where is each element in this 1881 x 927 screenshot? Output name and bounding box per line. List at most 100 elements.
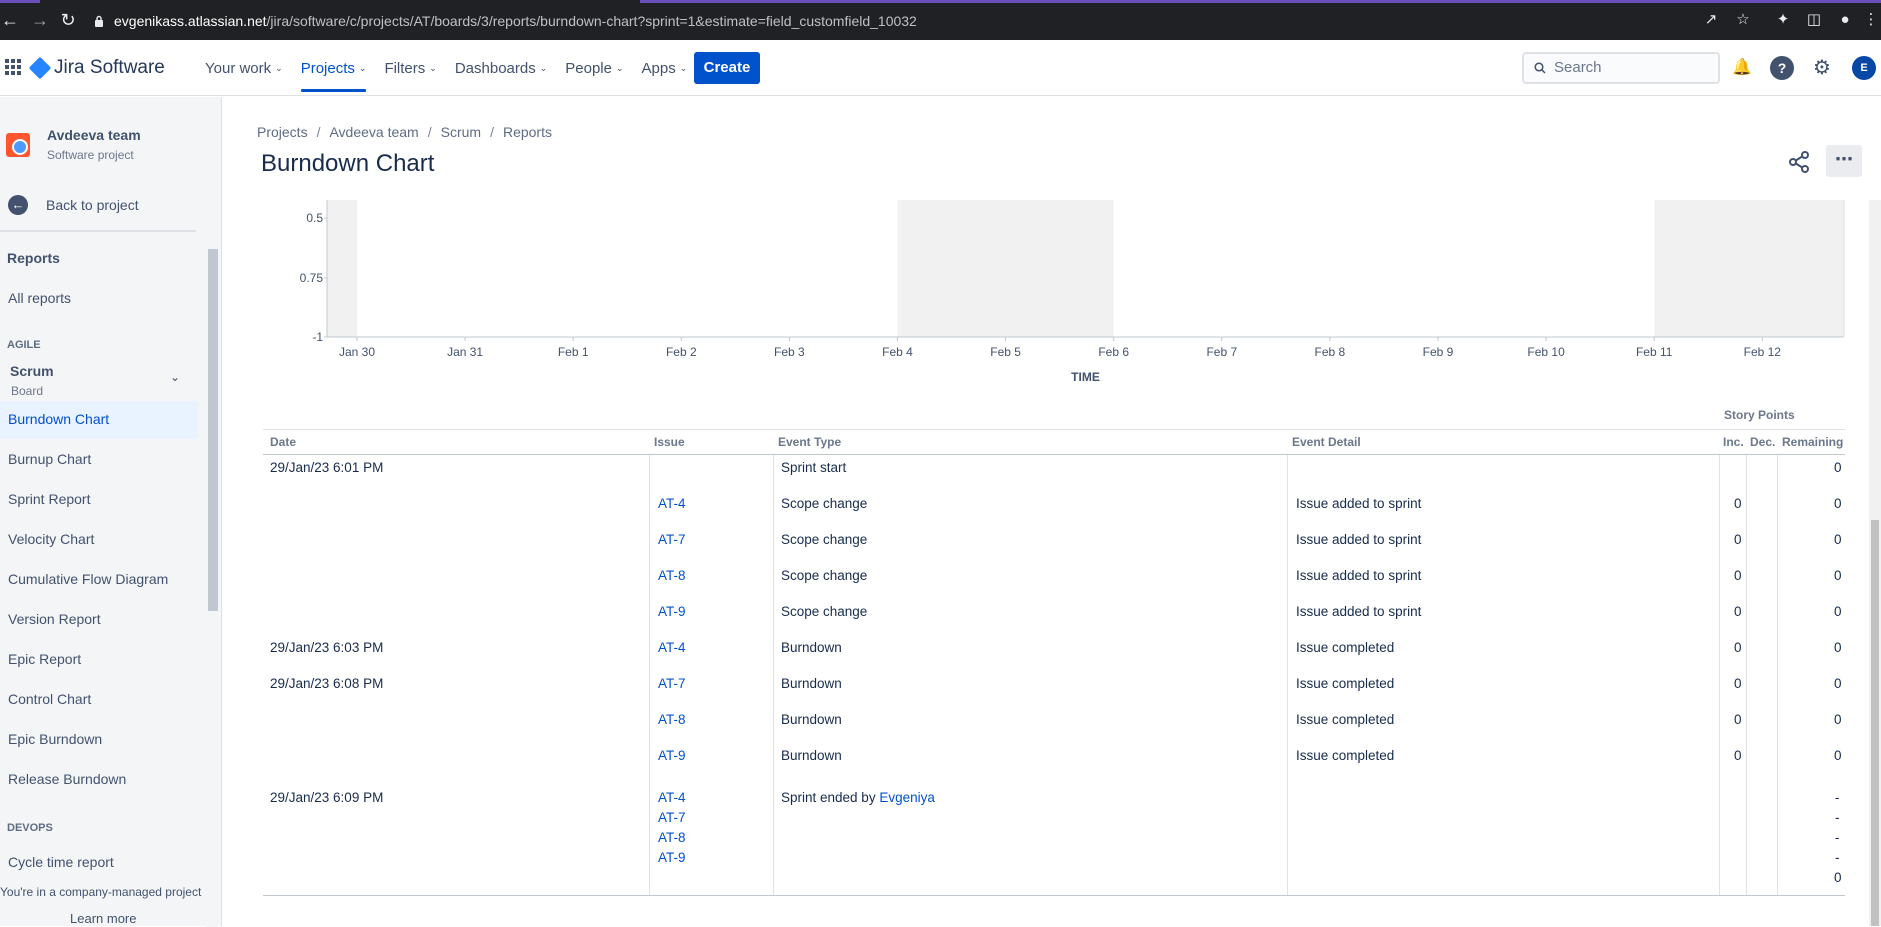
company-managed-note: You're in a company-managed project <box>0 885 202 899</box>
back-arrow-icon[interactable]: ← <box>0 10 20 30</box>
share-page-icon[interactable]: ↗ <box>1702 11 1720 29</box>
browser-menu-icon[interactable]: ⋮ <box>1862 11 1880 29</box>
story-points-header: Story Points <box>1724 408 1795 422</box>
breadcrumb-reports[interactable]: Reports <box>503 124 552 140</box>
menu-filters[interactable]: Filters ⌄ <box>375 40 445 96</box>
menu-dashboards[interactable]: Dashboards ⌄ <box>446 40 556 96</box>
search-placeholder: Search <box>1554 59 1602 76</box>
menu-projects[interactable]: Projects ⌄ <box>292 40 376 96</box>
menu-label: Projects <box>300 59 355 77</box>
issue-link[interactable]: AT-4 <box>658 640 686 655</box>
sidebar-item-cycle-time[interactable]: Cycle time report <box>8 854 114 870</box>
avatar[interactable]: E <box>1852 56 1876 80</box>
url-path: /jira/software/c/projects/AT/boards/3/re… <box>266 13 917 29</box>
x-tick-label: Feb 6 <box>1098 345 1129 359</box>
issue-link[interactable]: AT-7 <box>658 810 686 825</box>
issue-link[interactable]: AT-8 <box>658 568 686 583</box>
search-input[interactable]: Search <box>1522 52 1720 84</box>
remaining-value: - <box>1835 810 1840 825</box>
table-cell-detail: Issue added to sprint <box>1296 604 1422 619</box>
bookmark-star-icon[interactable]: ☆ <box>1734 11 1752 29</box>
project-name[interactable]: Avdeeva team <box>47 127 141 143</box>
menu-apps[interactable]: Apps ⌄ <box>633 40 697 96</box>
table-cell-detail: Issue added to sprint <box>1296 496 1422 511</box>
help-icon[interactable]: ? <box>1770 56 1794 80</box>
create-button[interactable]: Create <box>694 52 760 84</box>
sidebar-item-velocity-chart[interactable]: Velocity Chart <box>8 531 94 547</box>
share-icon[interactable] <box>1786 149 1812 175</box>
issue-link[interactable]: AT-4 <box>658 790 686 805</box>
x-tick-label: Jan 31 <box>447 345 483 359</box>
table-cell-remaining: 0 <box>1834 496 1842 511</box>
jira-logo[interactable]: Jira Software <box>28 56 165 80</box>
col-inc: Inc. <box>1723 435 1744 449</box>
issue-link[interactable]: AT-7 <box>658 532 686 547</box>
table-cell-inc: 0 <box>1734 604 1742 619</box>
app-switcher-icon[interactable] <box>4 58 22 76</box>
sidebar-item-burndown-chart[interactable]: Burndown Chart <box>0 401 198 439</box>
address-bar[interactable]: evgenikass.atlassian.net/jira/software/c… <box>94 8 1684 34</box>
chevron-down-icon: ⌄ <box>275 62 283 73</box>
x-tick-label: Feb 3 <box>774 345 805 359</box>
more-actions-button[interactable]: ⋯ <box>1826 145 1862 177</box>
table-cell-detail: Issue added to sprint <box>1296 532 1422 547</box>
settings-gear-icon[interactable]: ⚙ <box>1810 56 1834 80</box>
reload-icon[interactable]: ↻ <box>58 10 78 30</box>
issue-link[interactable]: AT-9 <box>658 748 686 763</box>
menu-people[interactable]: People ⌄ <box>556 40 632 96</box>
browser-toolbar: ← → ↻ evgenikass.atlassian.net/jira/soft… <box>0 0 1881 40</box>
menu-your-work[interactable]: Your work ⌄ <box>196 40 292 96</box>
issue-link[interactable]: AT-9 <box>658 604 686 619</box>
user-link[interactable]: Evgeniya <box>879 790 935 805</box>
breadcrumb-project[interactable]: Avdeeva team <box>329 124 418 140</box>
forward-arrow-icon[interactable]: → <box>30 10 50 30</box>
project-avatar-icon <box>6 133 30 157</box>
issue-link[interactable]: AT-4 <box>658 496 686 511</box>
x-tick-label: Feb 11 <box>1636 345 1673 359</box>
table-cell-event: Sprint ended by Evgeniya <box>781 790 935 805</box>
issue-link[interactable]: AT-9 <box>658 850 686 865</box>
breadcrumb-board[interactable]: Scrum <box>441 124 481 140</box>
menu-label: Your work <box>205 59 272 77</box>
x-tick-label: Jan 30 <box>339 345 375 359</box>
remaining-value: - <box>1835 790 1840 805</box>
col-event-type: Event Type <box>778 435 842 449</box>
main-menu: Your work ⌄ Projects ⌄ Filters ⌄ Dashboards… <box>196 40 696 96</box>
sidebar-item-epic-burndown[interactable]: Epic Burndown <box>8 731 102 747</box>
sidebar-item-cumulative-flow[interactable]: Cumulative Flow Diagram <box>8 571 168 587</box>
table-cell-event: Scope change <box>781 604 868 619</box>
x-axis-title: TIME <box>1071 370 1100 384</box>
table-cell-remaining: 0 <box>1834 676 1842 691</box>
profile-icon[interactable]: ● <box>1836 11 1854 29</box>
table-cell-detail: Issue completed <box>1296 640 1395 655</box>
side-panel-icon[interactable]: ◫ <box>1805 11 1823 29</box>
extensions-icon[interactable]: ✦ <box>1774 11 1792 29</box>
page-scroll-thumb[interactable] <box>1871 520 1879 926</box>
sidebar-item-sprint-report[interactable]: Sprint Report <box>8 491 90 507</box>
issue-link[interactable]: AT-8 <box>658 830 686 845</box>
notifications-icon[interactable]: 🔔 <box>1730 56 1754 80</box>
event-prefix: Sprint ended by <box>781 790 876 805</box>
sidebar-item-release-burndown[interactable]: Release Burndown <box>8 771 126 787</box>
sidebar-item-burnup-chart[interactable]: Burnup Chart <box>8 451 91 467</box>
table-cell-event: Burndown <box>781 712 842 727</box>
sidebar-item-version-report[interactable]: Version Report <box>8 611 101 627</box>
col-divider <box>1777 455 1778 895</box>
table-cell-inc: 0 <box>1734 640 1742 655</box>
table-cell-event: Scope change <box>781 532 868 547</box>
sidebar-item-control-chart[interactable]: Control Chart <box>8 691 91 707</box>
page-scrollbar[interactable] <box>1869 200 1881 926</box>
x-tick-label: Feb 10 <box>1527 345 1565 359</box>
table-cell-detail: Issue completed <box>1296 712 1395 727</box>
issue-link[interactable]: AT-8 <box>658 712 686 727</box>
table-cell-inc: 0 <box>1734 532 1742 547</box>
col-divider <box>1746 455 1747 895</box>
breadcrumb-projects[interactable]: Projects <box>257 124 308 140</box>
issue-link[interactable]: AT-7 <box>658 676 686 691</box>
table-header-rule <box>263 454 1845 455</box>
sidebar-item-epic-report[interactable]: Epic Report <box>8 651 81 667</box>
table-cell-detail: Issue completed <box>1296 676 1395 691</box>
table-cell-remaining: 0 <box>1834 748 1842 763</box>
col-divider <box>773 455 774 895</box>
learn-more-link[interactable]: Learn more <box>70 911 136 926</box>
